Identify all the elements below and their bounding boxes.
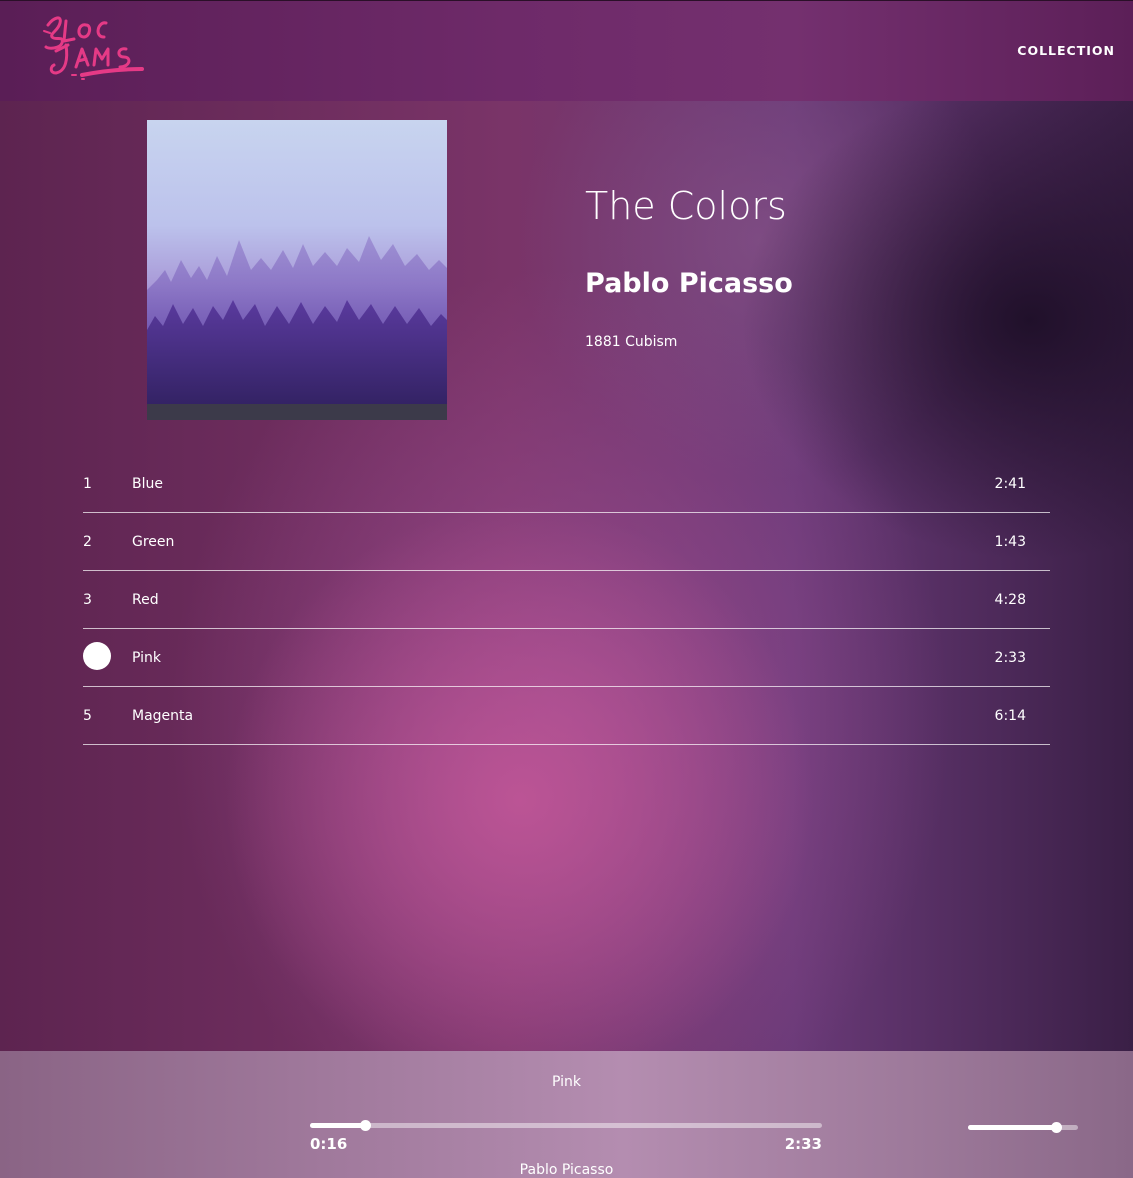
now-playing-artist: Pablo Picasso — [519, 1162, 614, 1178]
song-row-pink[interactable]: Pink 2:33 — [83, 629, 1050, 687]
album-cover-image — [147, 120, 447, 420]
song-row-blue[interactable]: 1 Blue 2:41 — [83, 455, 1050, 513]
song-duration: 2:41 — [994, 476, 1026, 492]
song-duration: 4:28 — [994, 592, 1026, 608]
album-artist: Pablo Picasso — [585, 268, 793, 299]
song-title: Magenta — [132, 708, 194, 724]
song-title: Green — [132, 534, 175, 550]
song-title: Red — [132, 592, 159, 608]
volume-fill — [968, 1125, 1056, 1130]
total-time: 2:33 — [784, 1135, 822, 1153]
player-bar: Pink 0:16 2:33 Pablo Picasso — [0, 1051, 1133, 1178]
now-playing-song: Pink — [551, 1074, 581, 1090]
seek-bar-fill — [310, 1123, 365, 1128]
song-number[interactable]: 5 — [83, 708, 92, 724]
collection-link[interactable]: COLLECTION — [1017, 43, 1115, 58]
album-title: The Colors — [585, 184, 787, 228]
song-duration: 6:14 — [994, 708, 1026, 724]
now-playing-indicator-icon[interactable] — [83, 642, 111, 670]
song-number[interactable]: 3 — [83, 592, 92, 608]
volume-slider[interactable] — [968, 1122, 1078, 1133]
navbar: COLLECTION — [0, 0, 1133, 101]
volume-thumb[interactable] — [1051, 1122, 1062, 1133]
seek-bar-thumb[interactable] — [359, 1120, 371, 1131]
current-time: 0:16 — [310, 1135, 348, 1153]
album-release-info: 1881 Cubism — [585, 334, 678, 350]
song-duration: 1:43 — [994, 534, 1026, 550]
song-list: 1 Blue 2:41 2 Green 1:43 3 Red 4:28 Pink… — [83, 455, 1050, 745]
song-duration: 2:33 — [994, 650, 1026, 666]
song-title: Pink — [132, 650, 162, 666]
song-number[interactable]: 2 — [83, 534, 92, 550]
bloc-jams-logo[interactable] — [42, 11, 146, 83]
song-row-red[interactable]: 3 Red 4:28 — [83, 571, 1050, 629]
song-row-magenta[interactable]: 5 Magenta 6:14 — [83, 687, 1050, 745]
seek-bar[interactable] — [310, 1120, 822, 1131]
song-title: Blue — [132, 476, 163, 492]
song-row-green[interactable]: 2 Green 1:43 — [83, 513, 1050, 571]
song-number[interactable]: 1 — [83, 476, 92, 492]
